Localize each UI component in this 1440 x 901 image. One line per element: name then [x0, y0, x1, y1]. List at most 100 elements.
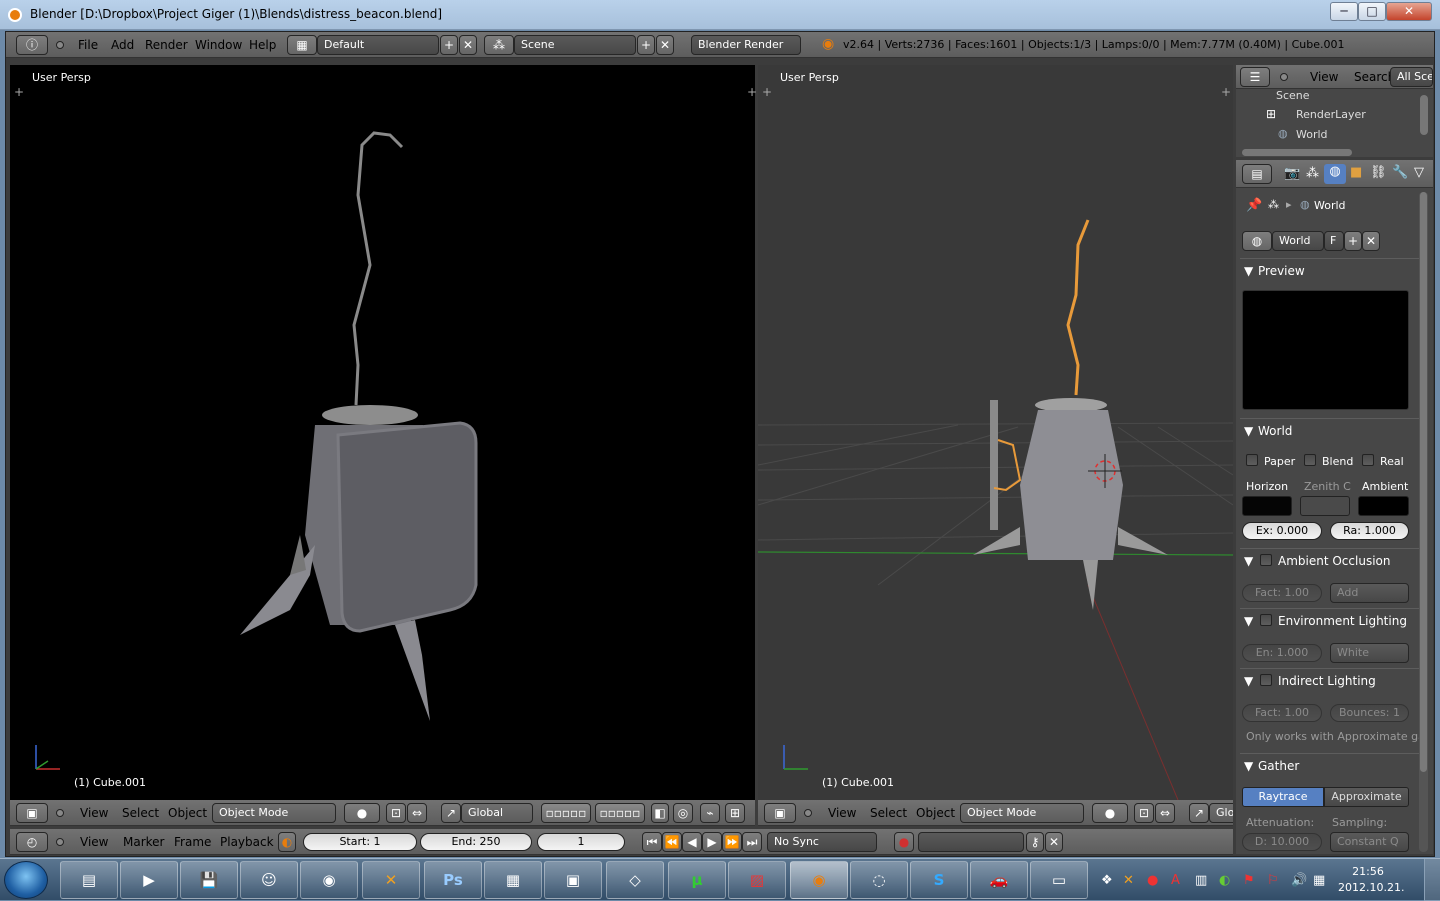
- taskbar-unity-icon[interactable]: ◇: [606, 861, 664, 899]
- layout-add-button[interactable]: +: [440, 35, 458, 55]
- menu-object[interactable]: Object: [916, 806, 955, 820]
- layout-remove-button[interactable]: ✕: [459, 35, 477, 55]
- menu-frame[interactable]: Frame: [174, 835, 211, 849]
- scene-add-button[interactable]: +: [637, 35, 655, 55]
- viewport-solid[interactable]: User Persp + + (1) Cube.001: [758, 65, 1233, 800]
- world-new-button[interactable]: +: [1344, 231, 1362, 251]
- outliner-item-world[interactable]: World: [1296, 128, 1328, 141]
- env-energy-field[interactable]: En: 1.000: [1242, 644, 1322, 662]
- menu-select[interactable]: Select: [122, 806, 159, 820]
- layout-selector-icon[interactable]: ▦: [287, 35, 317, 55]
- record-icon[interactable]: ●: [894, 832, 914, 852]
- pin-icon[interactable]: 📌: [1246, 198, 1262, 213]
- collapse-menu-icon[interactable]: [56, 809, 64, 817]
- taskbar-app-icon[interactable]: ▨: [728, 861, 786, 899]
- menu-object[interactable]: Object: [168, 806, 207, 820]
- scene-field[interactable]: Scene: [514, 35, 636, 55]
- editor-type-outliner-button[interactable]: ☰: [1240, 67, 1270, 87]
- menu-window[interactable]: Window: [195, 38, 242, 52]
- menu-view[interactable]: View: [80, 835, 108, 849]
- menu-marker[interactable]: Marker: [123, 835, 164, 849]
- security-tray-icon[interactable]: ⚑: [1243, 873, 1255, 888]
- collapse-menu-icon[interactable]: [56, 838, 64, 846]
- range-field[interactable]: Ra: 1.000: [1330, 522, 1409, 540]
- outliner-hscrollbar[interactable]: [1242, 149, 1352, 156]
- world-browse-button[interactable]: ◍: [1242, 231, 1272, 251]
- fake-user-button[interactable]: F: [1324, 231, 1344, 251]
- data-tab-icon[interactable]: ▽: [1414, 165, 1424, 180]
- editor-type-timeline-button[interactable]: ◴: [16, 832, 48, 852]
- approximate-button[interactable]: Approximate: [1324, 787, 1409, 807]
- collapse-menu-icon[interactable]: [804, 809, 812, 817]
- start-button[interactable]: [4, 861, 48, 899]
- distance-field[interactable]: D: 10.000: [1242, 833, 1322, 851]
- transform-orientation-icon[interactable]: ↗: [441, 803, 461, 823]
- exposure-field[interactable]: Ex: 0.000: [1242, 522, 1322, 540]
- ao-checkbox[interactable]: [1260, 554, 1272, 566]
- collapse-env-icon[interactable]: ▼: [1244, 614, 1253, 628]
- show-desktop-button[interactable]: [1424, 859, 1440, 901]
- app-tray-icon[interactable]: ●: [1147, 873, 1158, 888]
- indirect-lighting-checkbox[interactable]: [1260, 674, 1272, 686]
- start-frame-field[interactable]: Start: 1: [303, 833, 417, 851]
- menu-view[interactable]: View: [828, 806, 856, 820]
- keying-set-field[interactable]: [918, 832, 1024, 852]
- scene-selector-icon[interactable]: ⁂: [484, 35, 514, 55]
- shading-select[interactable]: ●: [344, 803, 380, 823]
- menu-help[interactable]: Help: [249, 38, 276, 52]
- menu-select[interactable]: Select: [870, 806, 907, 820]
- action-center-icon[interactable]: ⚐: [1267, 873, 1279, 888]
- collapse-menu-icon[interactable]: [1280, 73, 1288, 81]
- env-panel-title[interactable]: Environment Lighting: [1278, 614, 1407, 628]
- editor-type-info-button[interactable]: ⓘ: [16, 35, 48, 55]
- insert-key-icon[interactable]: ⚷: [1026, 832, 1044, 852]
- viewport-rendered[interactable]: User Persp + + (1) Cube.001: [10, 65, 757, 800]
- pivot-icon[interactable]: ⊡: [1134, 803, 1154, 823]
- taskbar-chat-icon[interactable]: ✕: [362, 861, 420, 899]
- taskbar-save-icon[interactable]: 💾: [180, 861, 238, 899]
- transform-orientation-icon[interactable]: ↗: [1189, 803, 1209, 823]
- outliner-scrollbar[interactable]: [1420, 95, 1428, 135]
- taskbar-utorrent-icon[interactable]: µ: [668, 861, 726, 899]
- network-icon[interactable]: ▦: [1313, 873, 1325, 888]
- layer-buttons-2[interactable]: ▫▫▫▫▫: [595, 803, 645, 823]
- volume-icon[interactable]: 🔊: [1291, 873, 1307, 888]
- play-icon[interactable]: ▶: [702, 832, 722, 852]
- editor-type-3dview-button[interactable]: ▣: [16, 803, 48, 823]
- nvidia-tray-icon[interactable]: ◐: [1219, 873, 1230, 888]
- constraints-tab-icon[interactable]: ⛓: [1370, 165, 1387, 180]
- env-lighting-checkbox[interactable]: [1260, 614, 1272, 626]
- chat-tray-icon[interactable]: ✕: [1123, 873, 1134, 888]
- taskbar-photoshop-icon[interactable]: Ps: [424, 861, 482, 899]
- editor-type-3dview-button[interactable]: ▣: [764, 803, 796, 823]
- pivot-icon[interactable]: ⊡: [386, 803, 406, 823]
- keyframe-icon[interactable]: ◐: [278, 832, 296, 852]
- ao-panel-title[interactable]: Ambient Occlusion: [1278, 554, 1390, 568]
- collapse-ao-icon[interactable]: ▼: [1244, 554, 1253, 568]
- delete-key-icon[interactable]: ✕: [1045, 832, 1063, 852]
- current-frame-field[interactable]: 1: [537, 833, 625, 851]
- menu-add[interactable]: Add: [111, 38, 134, 52]
- menu-view[interactable]: View: [80, 806, 108, 820]
- gather-panel-title[interactable]: Gather: [1258, 759, 1299, 773]
- collapse-world-icon[interactable]: ▼: [1244, 424, 1253, 438]
- menu-playback[interactable]: Playback: [220, 835, 274, 849]
- taskbar-loading-icon[interactable]: ◌: [850, 861, 908, 899]
- bounces-field[interactable]: Bounces: 1: [1330, 704, 1409, 722]
- collapse-gather-icon[interactable]: ▼: [1244, 759, 1253, 773]
- modifiers-tab-icon[interactable]: 🔧: [1392, 165, 1408, 180]
- manipulator-icon[interactable]: ⇔: [1155, 803, 1175, 823]
- env-color-select[interactable]: White: [1330, 643, 1409, 663]
- play-reverse-icon[interactable]: ◀: [682, 832, 702, 852]
- scene-remove-button[interactable]: ✕: [656, 35, 674, 55]
- preview-panel-title[interactable]: Preview: [1258, 264, 1305, 278]
- snap-element-icon[interactable]: ⊞: [725, 803, 745, 823]
- blend-sky-checkbox[interactable]: [1304, 454, 1316, 466]
- minimize-button[interactable]: ─: [1330, 2, 1358, 21]
- editor-type-properties-button[interactable]: ▤: [1242, 164, 1272, 184]
- collapse-indirect-icon[interactable]: ▼: [1244, 674, 1253, 688]
- taskbar-calculator-icon[interactable]: ▦: [484, 861, 542, 899]
- dropbox-tray-icon[interactable]: ❖: [1101, 873, 1113, 888]
- outliner-filter-select[interactable]: All Scen: [1390, 67, 1433, 87]
- zenith-color-swatch[interactable]: [1300, 496, 1350, 516]
